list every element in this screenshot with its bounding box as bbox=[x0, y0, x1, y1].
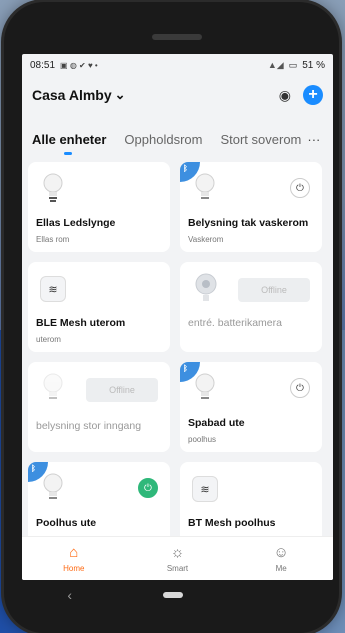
status-time: 08:51 bbox=[30, 59, 56, 71]
bottom-navigation: ⌂ Home ☼ Smart ☺ Me bbox=[22, 536, 333, 580]
device-name: Poolhus ute bbox=[36, 517, 97, 529]
back-key[interactable]: ‹ bbox=[67, 587, 72, 603]
bulb-icon bbox=[195, 373, 215, 399]
phone-speaker bbox=[152, 34, 202, 40]
tab-all-devices[interactable]: Alle enheter bbox=[32, 132, 106, 155]
device-card[interactable]: Ellas Ledslynge Ellas rom bbox=[28, 162, 170, 252]
camera-icon bbox=[195, 273, 217, 301]
tab-living-room[interactable]: Oppholdsrom bbox=[124, 132, 202, 147]
power-button[interactable]: ⏻ bbox=[290, 378, 310, 398]
device-name: Spabad ute bbox=[188, 417, 245, 429]
device-name: Belysning tak vaskerom bbox=[188, 217, 309, 229]
power-button[interactable]: ⏻ bbox=[138, 478, 158, 498]
notification-icons: ▣ ◍ ✔ ♥ • bbox=[60, 60, 98, 70]
offline-badge: Offline bbox=[238, 278, 310, 302]
profile-icon: ☺ bbox=[273, 544, 289, 561]
bulb-icon bbox=[43, 373, 63, 399]
device-name: BT Mesh poolhus bbox=[188, 517, 276, 529]
device-card[interactable]: Offline belysning stor inngang bbox=[28, 362, 170, 452]
nav-label: Smart bbox=[166, 564, 189, 573]
battery-level: 51 % bbox=[302, 59, 325, 71]
device-room: uterom bbox=[36, 335, 61, 344]
device-name: entré. batterikamera bbox=[188, 317, 282, 329]
app-screen: 08:51 ▣ ◍ ✔ ♥ • ▲◢ ▭ 51 % Casa Almby ⌄ ◉… bbox=[22, 54, 333, 580]
power-icon: ⏻ bbox=[296, 182, 304, 194]
device-room: poolhus bbox=[188, 435, 217, 444]
home-key[interactable] bbox=[162, 592, 183, 598]
nav-home[interactable]: ⌂ Home bbox=[44, 544, 104, 573]
device-room: Ellas rom bbox=[36, 235, 70, 244]
device-room: Vaskerom bbox=[188, 235, 224, 244]
sun-icon: ☼ bbox=[170, 544, 185, 561]
nav-label: Me bbox=[275, 564, 287, 573]
wifi-gateway-icon: ≋ bbox=[40, 276, 66, 302]
nav-label: Home bbox=[63, 564, 85, 573]
location-icon[interactable]: ◉ bbox=[279, 87, 291, 104]
chevron-down-icon: ⌄ bbox=[114, 87, 126, 102]
room-tabs: Alle enheter Oppholdsrom Stort soverom ·… bbox=[22, 124, 333, 155]
app-header: Casa Almby ⌄ ◉ + bbox=[22, 80, 333, 110]
bulb-icon bbox=[195, 173, 215, 199]
device-name: BLE Mesh uterom bbox=[36, 317, 126, 329]
bulb-icon bbox=[43, 173, 63, 202]
device-card[interactable]: ≋ BLE Mesh uterom uterom bbox=[28, 262, 170, 352]
bulb-icon bbox=[43, 473, 63, 499]
power-icon: ⏻ bbox=[296, 382, 304, 394]
wifi-gateway-icon: ≋ bbox=[192, 476, 218, 502]
device-name: Ellas Ledslynge bbox=[36, 217, 116, 229]
home-selector[interactable]: Casa Almby ⌄ bbox=[32, 87, 126, 103]
power-icon: ⏻ bbox=[144, 482, 152, 494]
more-tabs-icon[interactable]: ··· bbox=[307, 132, 320, 147]
nav-smart[interactable]: ☼ Smart bbox=[147, 544, 207, 573]
status-bar: 08:51 ▣ ◍ ✔ ♥ • ▲◢ ▭ 51 % bbox=[22, 54, 333, 76]
device-card[interactable]: Offline entré. batterikamera bbox=[180, 262, 322, 352]
offline-badge: Offline bbox=[86, 378, 158, 402]
signal-icon: ▲◢ bbox=[267, 59, 284, 70]
power-button[interactable]: ⏻ bbox=[290, 178, 310, 198]
device-card[interactable]: ᛒ ⏻ Spabad ute poolhus bbox=[180, 362, 322, 452]
home-name: Casa Almby bbox=[32, 87, 112, 103]
nav-me[interactable]: ☺ Me bbox=[251, 544, 311, 573]
add-device-button[interactable]: + bbox=[303, 85, 323, 105]
plus-icon: + bbox=[308, 86, 318, 103]
device-name: belysning stor inngang bbox=[36, 420, 142, 432]
tab-master-bedroom[interactable]: Stort soverom bbox=[220, 132, 301, 147]
system-navigation: ‹ bbox=[22, 580, 333, 610]
home-icon: ⌂ bbox=[69, 544, 79, 561]
battery-icon: ▭ bbox=[288, 59, 298, 70]
device-card[interactable]: ᛒ ⏻ Belysning tak vaskerom Vaskerom bbox=[180, 162, 322, 252]
